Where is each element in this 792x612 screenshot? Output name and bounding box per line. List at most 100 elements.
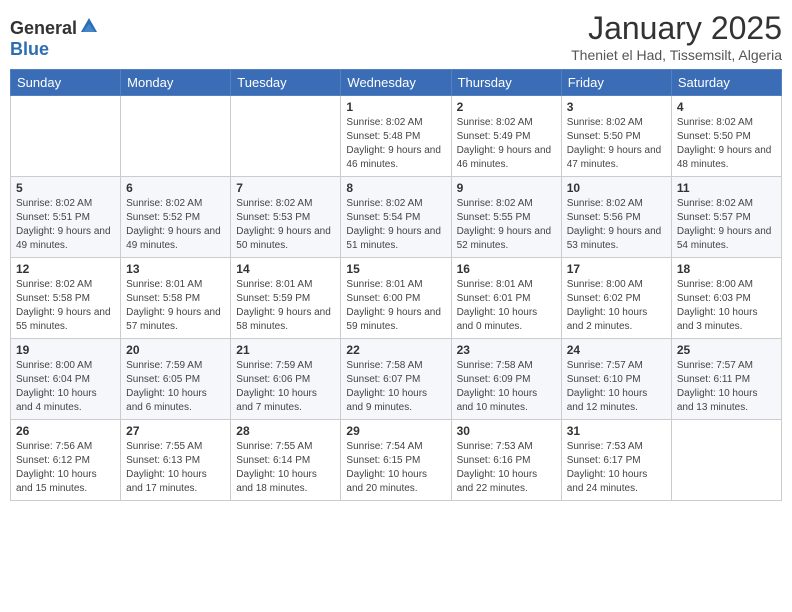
calendar-cell: 22 Sunrise: 7:58 AM Sunset: 6:07 PM Dayli… xyxy=(341,339,451,420)
day-number: 23 xyxy=(457,343,556,357)
day-number: 3 xyxy=(567,100,666,114)
day-number: 24 xyxy=(567,343,666,357)
day-info: Sunrise: 8:02 AM Sunset: 5:50 PM Dayligh… xyxy=(567,116,666,172)
day-number: 15 xyxy=(346,262,445,276)
day-number: 27 xyxy=(126,424,225,438)
calendar-cell: 13Sunrise: 8:01 AM Sunset: 5:58 PM Dayli… xyxy=(121,258,231,339)
calendar-cell: 11Sunrise: 8:02 AM Sunset: 5:57 PM Dayli… xyxy=(671,177,781,258)
day-number: 31 xyxy=(567,424,666,438)
day-info: Sunrise: 8:02 AM Sunset: 5:52 PM Dayligh… xyxy=(126,197,225,253)
day-info: Sunrise: 8:02 AM Sunset: 5:49 PM Dayligh… xyxy=(457,116,556,172)
calendar-cell: 23Sunrise: 7:58 AM Sunset: 6:09 PM Dayli… xyxy=(451,339,561,420)
day-info: Sunrise: 8:02 AM Sunset: 5:55 PM Dayligh… xyxy=(457,197,556,253)
calendar-cell: 17 Sunrise: 8:00 AM Sunset: 6:02 PM Dayli… xyxy=(561,258,671,339)
day-of-week-header: Thursday xyxy=(451,70,561,96)
calendar-cell: 19Sunrise: 8:00 AM Sunset: 6:04 PM Dayli… xyxy=(11,339,121,420)
logo-blue-text: Blue xyxy=(10,39,49,60)
day-number: 7 xyxy=(236,181,335,195)
calendar-cell: 4 Sunrise: 8:02 AM Sunset: 5:50 PM Daylig… xyxy=(671,96,781,177)
calendar-cell: 16 Sunrise: 8:01 AM Sunset: 6:01 PM Dayli… xyxy=(451,258,561,339)
calendar-cell: 1 Sunrise: 8:02 AM Sunset: 5:48 PM Daylig… xyxy=(341,96,451,177)
calendar-cell: 24 Sunrise: 7:57 AM Sunset: 6:10 PM Dayli… xyxy=(561,339,671,420)
day-number: 22 xyxy=(346,343,445,357)
day-info: Sunrise: 7:57 AM Sunset: 6:10 PM Dayligh… xyxy=(567,359,666,415)
day-number: 26 xyxy=(16,424,115,438)
calendar-cell: 8Sunrise: 8:02 AM Sunset: 5:54 PM Daylig… xyxy=(341,177,451,258)
calendar-week-row: 19Sunrise: 8:00 AM Sunset: 6:04 PM Dayli… xyxy=(11,339,782,420)
day-number: 21 xyxy=(236,343,335,357)
calendar-cell: 30 Sunrise: 7:53 AM Sunset: 6:16 PM Dayli… xyxy=(451,420,561,501)
day-of-week-header: Friday xyxy=(561,70,671,96)
day-number: 14 xyxy=(236,262,335,276)
calendar-week-row: 1 Sunrise: 8:02 AM Sunset: 5:48 PM Daylig… xyxy=(11,96,782,177)
calendar-week-row: 26 Sunrise: 7:56 AM Sunset: 6:12 PM Dayli… xyxy=(11,420,782,501)
logo-icon xyxy=(79,14,99,34)
calendar-week-row: 5 Sunrise: 8:02 AM Sunset: 5:51 PM Daylig… xyxy=(11,177,782,258)
day-number: 5 xyxy=(16,181,115,195)
calendar-cell: 28Sunrise: 7:55 AM Sunset: 6:14 PM Dayli… xyxy=(231,420,341,501)
calendar-cell: 27 Sunrise: 7:55 AM Sunset: 6:13 PM Dayli… xyxy=(121,420,231,501)
day-number: 20 xyxy=(126,343,225,357)
day-info: Sunrise: 7:53 AM Sunset: 6:17 PM Dayligh… xyxy=(567,440,666,496)
calendar-cell: 3 Sunrise: 8:02 AM Sunset: 5:50 PM Daylig… xyxy=(561,96,671,177)
calendar-cell xyxy=(231,96,341,177)
day-info: Sunrise: 8:01 AM Sunset: 5:59 PM Dayligh… xyxy=(236,278,335,334)
calendar-cell xyxy=(121,96,231,177)
day-info: Sunrise: 8:02 AM Sunset: 5:50 PM Dayligh… xyxy=(677,116,776,172)
day-number: 9 xyxy=(457,181,556,195)
day-info: Sunrise: 7:58 AM Sunset: 6:07 PM Dayligh… xyxy=(346,359,445,415)
day-number: 8 xyxy=(346,181,445,195)
day-number: 1 xyxy=(346,100,445,114)
calendar-cell: 5 Sunrise: 8:02 AM Sunset: 5:51 PM Daylig… xyxy=(11,177,121,258)
day-info: Sunrise: 7:57 AM Sunset: 6:11 PM Dayligh… xyxy=(677,359,776,415)
calendar-cell: 25 Sunrise: 7:57 AM Sunset: 6:11 PM Dayli… xyxy=(671,339,781,420)
day-info: Sunrise: 8:02 AM Sunset: 5:53 PM Dayligh… xyxy=(236,197,335,253)
calendar-cell: 14 Sunrise: 8:01 AM Sunset: 5:59 PM Dayli… xyxy=(231,258,341,339)
calendar-cell: 31 Sunrise: 7:53 AM Sunset: 6:17 PM Dayli… xyxy=(561,420,671,501)
calendar-cell: 2 Sunrise: 8:02 AM Sunset: 5:49 PM Daylig… xyxy=(451,96,561,177)
day-info: Sunrise: 7:55 AM Sunset: 6:13 PM Dayligh… xyxy=(126,440,225,496)
calendar-table: SundayMondayTuesdayWednesdayThursdayFrid… xyxy=(10,69,782,501)
day-number: 17 xyxy=(567,262,666,276)
day-info: Sunrise: 8:01 AM Sunset: 6:01 PM Dayligh… xyxy=(457,278,556,334)
calendar-header-row: SundayMondayTuesdayWednesdayThursdayFrid… xyxy=(11,70,782,96)
day-number: 12 xyxy=(16,262,115,276)
day-number: 2 xyxy=(457,100,556,114)
day-info: Sunrise: 7:53 AM Sunset: 6:16 PM Dayligh… xyxy=(457,440,556,496)
day-info: Sunrise: 8:02 AM Sunset: 5:51 PM Dayligh… xyxy=(16,197,115,253)
calendar-cell: 7 Sunrise: 8:02 AM Sunset: 5:53 PM Daylig… xyxy=(231,177,341,258)
day-info: Sunrise: 7:59 AM Sunset: 6:06 PM Dayligh… xyxy=(236,359,335,415)
day-info: Sunrise: 8:02 AM Sunset: 5:48 PM Dayligh… xyxy=(346,116,445,172)
day-info: Sunrise: 8:00 AM Sunset: 6:02 PM Dayligh… xyxy=(567,278,666,334)
calendar-cell: 12 Sunrise: 8:02 AM Sunset: 5:58 PM Dayli… xyxy=(11,258,121,339)
day-number: 25 xyxy=(677,343,776,357)
day-number: 6 xyxy=(126,181,225,195)
day-info: Sunrise: 8:02 AM Sunset: 5:56 PM Dayligh… xyxy=(567,197,666,253)
calendar-cell: 9 Sunrise: 8:02 AM Sunset: 5:55 PM Daylig… xyxy=(451,177,561,258)
day-of-week-header: Monday xyxy=(121,70,231,96)
calendar-cell: 18Sunrise: 8:00 AM Sunset: 6:03 PM Dayli… xyxy=(671,258,781,339)
calendar-cell: 20Sunrise: 7:59 AM Sunset: 6:05 PM Dayli… xyxy=(121,339,231,420)
day-info: Sunrise: 7:54 AM Sunset: 6:15 PM Dayligh… xyxy=(346,440,445,496)
day-number: 29 xyxy=(346,424,445,438)
day-number: 16 xyxy=(457,262,556,276)
month-title: January 2025 xyxy=(571,10,782,47)
calendar-cell: 29 Sunrise: 7:54 AM Sunset: 6:15 PM Dayli… xyxy=(341,420,451,501)
location-subtitle: Theniet el Had, Tissemsilt, Algeria xyxy=(571,47,782,63)
day-of-week-header: Tuesday xyxy=(231,70,341,96)
day-number: 13 xyxy=(126,262,225,276)
day-number: 4 xyxy=(677,100,776,114)
day-info: Sunrise: 7:56 AM Sunset: 6:12 PM Dayligh… xyxy=(16,440,115,496)
day-info: Sunrise: 8:02 AM Sunset: 5:58 PM Dayligh… xyxy=(16,278,115,334)
day-number: 19 xyxy=(16,343,115,357)
calendar-cell xyxy=(11,96,121,177)
page-header: General Blue January 2025 Theniet el Had… xyxy=(10,10,782,63)
day-number: 30 xyxy=(457,424,556,438)
calendar-cell: 26 Sunrise: 7:56 AM Sunset: 6:12 PM Dayli… xyxy=(11,420,121,501)
day-info: Sunrise: 8:00 AM Sunset: 6:03 PM Dayligh… xyxy=(677,278,776,334)
logo: General Blue xyxy=(10,10,99,60)
day-number: 28 xyxy=(236,424,335,438)
day-of-week-header: Sunday xyxy=(11,70,121,96)
day-number: 11 xyxy=(677,181,776,195)
day-number: 10 xyxy=(567,181,666,195)
